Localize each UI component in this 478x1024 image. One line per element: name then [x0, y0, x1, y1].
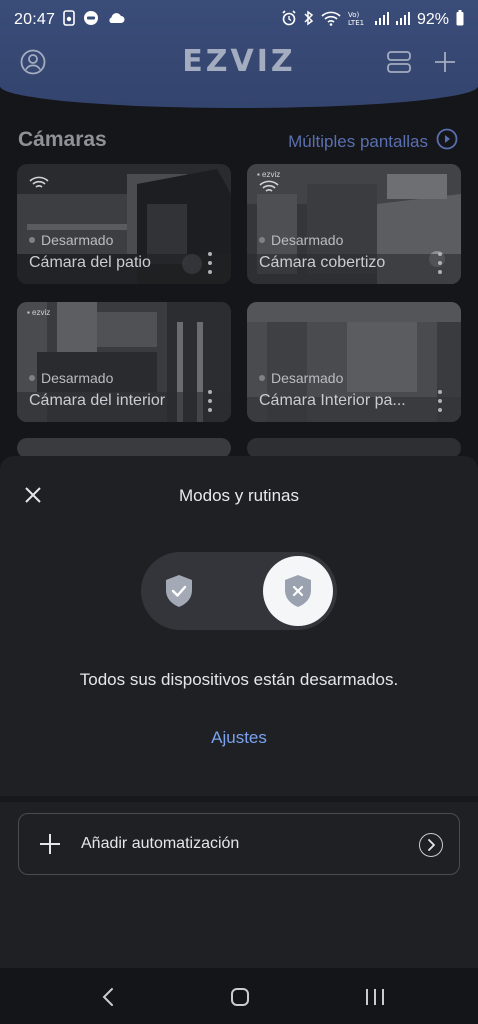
home-icon[interactable]: [227, 984, 253, 1010]
add-icon[interactable]: [429, 46, 461, 78]
camera-status: Desarmado: [29, 232, 113, 248]
app-badge-icon: [83, 10, 99, 31]
camera-name: Cámara del patio: [29, 254, 151, 271]
status-bar: 20:47 Vo) LTE1 92%: [0, 0, 478, 40]
system-nav-bar: [0, 968, 478, 1024]
back-icon[interactable]: [95, 984, 121, 1010]
sheet-title: Modos y rutinas: [179, 486, 299, 505]
camera-name: Cámara del interior: [29, 392, 166, 409]
add-automation-button[interactable]: Añadir automatización: [18, 813, 460, 875]
camera-name: Cámara cobertizo: [259, 254, 386, 271]
multi-screen-label: Múltiples pantallas: [288, 131, 428, 151]
svg-text:LTE1: LTE1: [348, 19, 364, 26]
camera-name: Cámara Interior pa...: [259, 392, 406, 409]
recents-icon[interactable]: [362, 984, 388, 1010]
camera-card-partial: [17, 438, 231, 458]
section-title: Cámaras: [18, 128, 107, 151]
camera-card-patio[interactable]: Desarmado Cámara del patio: [17, 164, 231, 284]
signal-icon: [374, 11, 389, 29]
camera-card-partial: [247, 438, 461, 458]
camera-card-shed[interactable]: ▪ ezviz Desarmado Cámara cobertizo: [247, 164, 461, 284]
camera-brand-watermark: ▪ ezviz: [27, 308, 51, 317]
alarm-icon: [281, 10, 297, 30]
more-vert-icon[interactable]: [207, 252, 213, 274]
app-header: EZVIZ: [0, 42, 478, 82]
volte-icon: Vo) LTE1: [348, 10, 368, 30]
photo-icon: [63, 9, 75, 31]
devices-icon[interactable]: [383, 46, 415, 78]
modes-routines-sheet: Modos y rutinas Todos sus dispositivos e…: [0, 456, 478, 968]
wifi-icon: [321, 10, 341, 30]
wifi-signal-icon: [29, 176, 49, 195]
battery-percentage: 92%: [416, 11, 449, 28]
settings-link[interactable]: Ajustes: [0, 728, 478, 748]
camera-brand-watermark: ▪ ezviz: [257, 170, 281, 179]
shield-x-icon[interactable]: [263, 556, 333, 626]
signal-icon: [395, 11, 410, 29]
status-time: 20:47: [14, 11, 56, 28]
more-vert-icon[interactable]: [437, 390, 443, 412]
camera-status: Desarmado: [29, 370, 113, 386]
status-message: Todos sus dispositivos están desarmados.: [79, 670, 399, 689]
bluetooth-icon: [304, 10, 314, 30]
app-header-bg: 20:47 Vo) LTE1 92% EZVIZ: [0, 0, 478, 108]
camera-status: Desarmado: [259, 370, 343, 386]
chevron-right-icon: [419, 833, 443, 857]
plus-icon: [39, 833, 61, 855]
camera-card-interior-2[interactable]: Desarmado Cámara Interior pa...: [247, 302, 461, 422]
camera-status: Desarmado: [259, 232, 343, 248]
battery-icon: [456, 10, 464, 30]
wifi-signal-icon: [259, 180, 279, 199]
multi-screen-link[interactable]: Múltiples pantallas: [288, 128, 458, 155]
shield-check-icon[interactable]: [159, 571, 199, 611]
more-vert-icon[interactable]: [437, 252, 443, 274]
cameras-page: Cámaras Múltiples pantallas Desarmado Cá…: [0, 108, 478, 458]
play-circle-icon: [436, 128, 458, 155]
more-vert-icon[interactable]: [207, 390, 213, 412]
svg-text:Vo): Vo): [348, 11, 360, 19]
arm-disarm-toggle[interactable]: [141, 552, 337, 630]
camera-card-interior[interactable]: ▪ ezviz Desarmado Cámara del interior: [17, 302, 231, 422]
divider: [0, 796, 478, 802]
add-automation-label: Añadir automatización: [81, 835, 240, 852]
cloud-icon: [107, 11, 125, 30]
